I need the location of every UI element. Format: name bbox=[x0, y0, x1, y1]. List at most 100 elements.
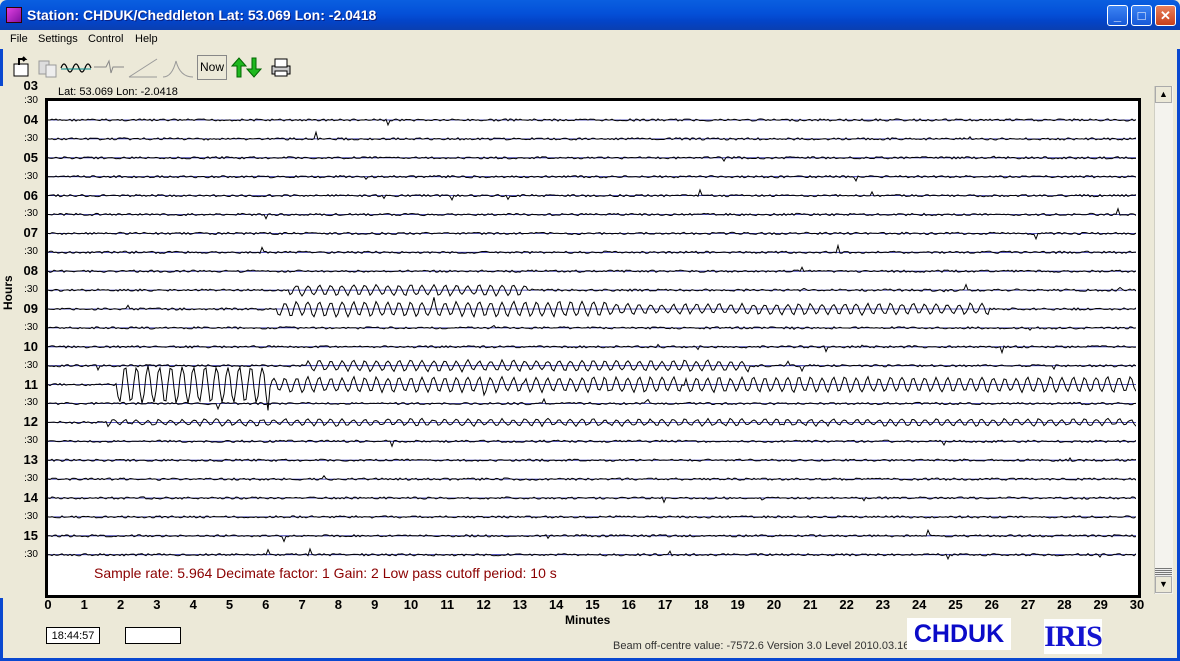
x-tick-label: 5 bbox=[225, 597, 234, 612]
x-tick-label: 30 bbox=[1129, 597, 1145, 612]
row-label-half: :30 bbox=[24, 208, 38, 220]
up-down-arrows-icon[interactable] bbox=[229, 55, 263, 80]
filter-icon[interactable] bbox=[93, 55, 125, 80]
row-label-hour: 09 bbox=[23, 300, 38, 316]
x-tick-label: 15 bbox=[585, 597, 600, 612]
x-tick-label: 14 bbox=[548, 597, 564, 612]
x-tick-label: 23 bbox=[875, 597, 891, 612]
spectrum-icon[interactable] bbox=[162, 55, 194, 80]
trace-line bbox=[48, 456, 1136, 462]
open-file-icon[interactable] bbox=[11, 55, 35, 80]
window-title: Station: CHDUK/Cheddleton Lat: 53.069 Lo… bbox=[27, 7, 377, 23]
toolbar: Now bbox=[0, 52, 1180, 85]
row-label-hour: 07 bbox=[23, 225, 38, 241]
row-label-half: :30 bbox=[24, 359, 38, 371]
row-label-half: :30 bbox=[24, 321, 38, 333]
menu-settings[interactable]: Settings bbox=[38, 33, 78, 45]
iris-logo: IRIS bbox=[1044, 619, 1103, 654]
trace-line bbox=[48, 188, 1136, 202]
row-label-hour: 04 bbox=[23, 111, 38, 127]
trace-line bbox=[48, 207, 1136, 220]
row-label-half: :30 bbox=[24, 284, 38, 295]
printer-icon[interactable] bbox=[268, 55, 294, 80]
now-button[interactable]: Now bbox=[197, 55, 227, 80]
row-label-top: 03 bbox=[23, 78, 38, 93]
row-label-half: :30 bbox=[24, 435, 38, 447]
trace-line bbox=[48, 266, 1136, 273]
row-label-hour: 14 bbox=[23, 489, 38, 505]
row-label-half: :30 bbox=[24, 397, 38, 409]
row-label-half: :30 bbox=[24, 510, 38, 522]
app-icon[interactable] bbox=[6, 7, 22, 23]
scroll-up-button[interactable]: ▲ bbox=[1155, 86, 1172, 103]
status-field[interactable] bbox=[125, 627, 181, 644]
x-tick-label: 3 bbox=[153, 597, 161, 612]
menu-file[interactable]: File bbox=[10, 33, 28, 45]
x-tick-label: 8 bbox=[334, 597, 342, 612]
menu-help[interactable]: Help bbox=[135, 33, 158, 45]
row-label-hour: 13 bbox=[23, 452, 38, 468]
row-label-half: :30 bbox=[24, 132, 38, 144]
x-tick-label: 6 bbox=[262, 597, 270, 612]
ramp-icon[interactable] bbox=[127, 55, 159, 80]
trace-line bbox=[48, 155, 1136, 162]
x-tick-label: 9 bbox=[371, 597, 379, 612]
x-tick-label: 29 bbox=[1093, 597, 1108, 612]
x-tick-label: 20 bbox=[766, 597, 782, 612]
x-tick-label: 4 bbox=[189, 597, 197, 612]
beam-info: Beam off-centre value: -7572.6 Version 3… bbox=[613, 640, 910, 652]
sample-info: Sample rate: 5.964 Decimate factor: 1 Ga… bbox=[94, 565, 557, 581]
row-label-half: :30 bbox=[24, 246, 38, 258]
row-label-hour: 12 bbox=[23, 414, 38, 430]
x-tick-label: 10 bbox=[403, 597, 419, 612]
x-tick-label: 16 bbox=[621, 597, 637, 612]
row-label-hour: 06 bbox=[23, 187, 38, 203]
x-tick-label: 17 bbox=[657, 597, 673, 612]
row-label-half: :30 bbox=[24, 548, 38, 560]
x-tick-label: 21 bbox=[803, 597, 818, 612]
scroll-down-button[interactable]: ▼ bbox=[1155, 576, 1172, 593]
x-tick-label: 22 bbox=[839, 597, 854, 612]
row-label-hour: 11 bbox=[24, 376, 38, 392]
title-bar[interactable]: Station: CHDUK/Cheddleton Lat: 53.069 Lo… bbox=[0, 0, 1180, 30]
x-tick-label: 26 bbox=[984, 597, 1000, 612]
station-logo: CHDUK bbox=[907, 618, 1011, 650]
row-label-hour: 08 bbox=[23, 263, 38, 279]
x-tick-label: 25 bbox=[948, 597, 963, 612]
trace-line bbox=[48, 343, 1136, 355]
x-tick-label: 13 bbox=[512, 597, 528, 612]
x-tick-label: 19 bbox=[730, 597, 745, 612]
x-tick-label: 1 bbox=[80, 597, 88, 612]
x-tick-label: 7 bbox=[298, 597, 306, 612]
x-tick-label: 24 bbox=[911, 597, 927, 612]
x-tick-label: 28 bbox=[1057, 597, 1072, 612]
maximize-button[interactable]: □ bbox=[1131, 5, 1152, 26]
x-tick-label: 11 bbox=[440, 597, 455, 612]
trace-line bbox=[48, 496, 1136, 504]
x-tick-label: 0 bbox=[44, 597, 52, 612]
vertical-scrollbar[interactable]: ▲ ▼ bbox=[1154, 86, 1173, 594]
menu-control[interactable]: Control bbox=[88, 33, 123, 45]
x-tick-label: 12 bbox=[476, 597, 491, 612]
row-label-half: :30 bbox=[24, 170, 38, 182]
row-label-hour: 15 bbox=[23, 527, 38, 543]
row-label-half: :30 bbox=[24, 473, 38, 484]
x-tick-label: 18 bbox=[694, 597, 709, 612]
x-axis-label: Minutes bbox=[565, 613, 611, 627]
row-label-hour: 05 bbox=[23, 149, 38, 165]
seismic-traces bbox=[48, 118, 1136, 561]
trace-line bbox=[48, 474, 1136, 481]
waveform-icon[interactable] bbox=[60, 55, 92, 80]
latlon-label: Lat: 53.069 Lon: -2.0418 bbox=[58, 86, 178, 98]
trace-line bbox=[48, 547, 1136, 561]
x-tick-label: 2 bbox=[116, 597, 125, 612]
trace-line bbox=[48, 297, 1136, 319]
close-button[interactable]: ✕ bbox=[1155, 5, 1176, 26]
minimize-button[interactable]: _ bbox=[1107, 5, 1128, 26]
copy-icon[interactable] bbox=[36, 55, 60, 80]
scroll-thumb[interactable] bbox=[1155, 568, 1172, 576]
x-tick-label: 27 bbox=[1020, 597, 1036, 612]
menu-bar: File Settings Control Help bbox=[0, 30, 1180, 49]
row-label-hour: 10 bbox=[23, 338, 38, 354]
row-label-half: :30 bbox=[24, 95, 38, 106]
